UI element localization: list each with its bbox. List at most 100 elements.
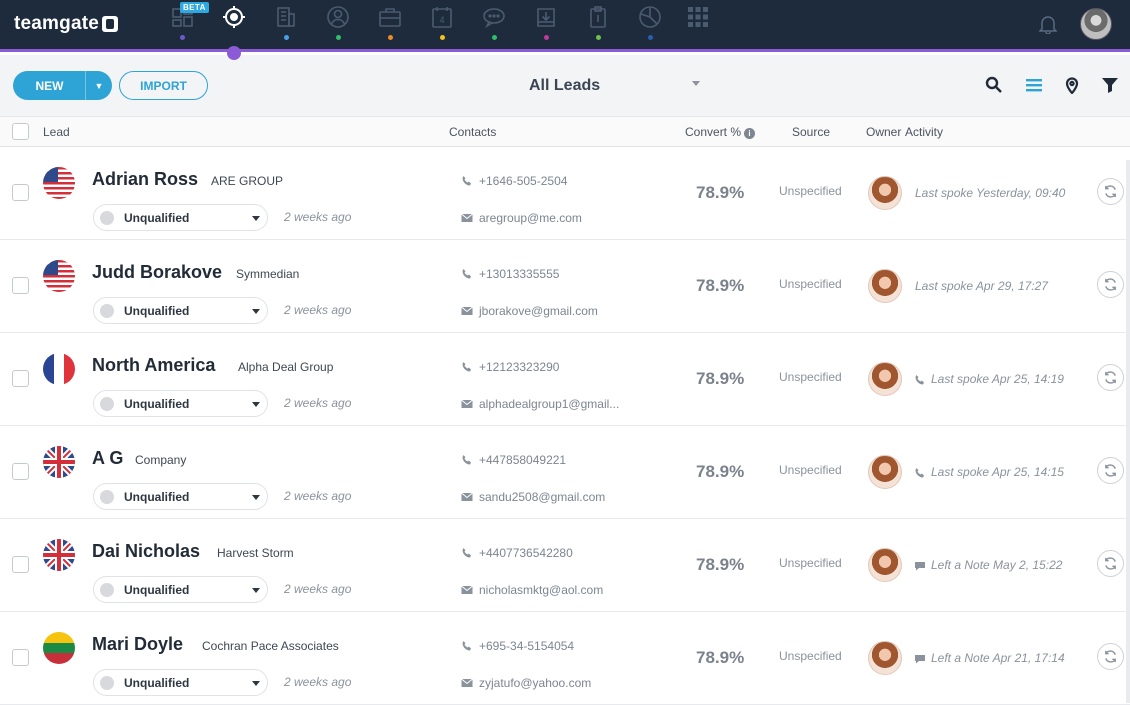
phone-icon (461, 175, 473, 187)
view-selector-caret-icon[interactable] (692, 81, 700, 86)
status-dropdown[interactable]: Unqualified (93, 204, 268, 231)
lead-email[interactable]: zyjatufo@yahoo.com (479, 676, 591, 690)
active-nav-indicator (227, 46, 241, 60)
list-view-icon[interactable] (1025, 76, 1043, 94)
new-button-label[interactable]: NEW (13, 79, 85, 93)
owner-avatar[interactable] (868, 269, 902, 303)
lead-name[interactable]: Dai Nicholas (92, 541, 200, 562)
created-ago: 2 weeks ago (284, 675, 352, 689)
row-checkbox[interactable] (12, 184, 29, 201)
last-activity: Last spoke Apr 29, 17:27 (915, 279, 1048, 293)
table-row[interactable]: A G Company Unqualified 2 weeks ago +4478580… (0, 426, 1130, 519)
lead-phone[interactable]: +447858049221 (479, 453, 566, 467)
notifications-bell-icon[interactable] (1038, 14, 1058, 35)
lead-email[interactable]: sandu2508@gmail.com (479, 490, 605, 504)
lead-phone[interactable]: +695-34-5154054 (479, 639, 574, 653)
last-activity: Left a Note Apr 21, 17:14 (931, 651, 1065, 665)
phone-icon (461, 454, 473, 466)
nav-dot-chat (492, 35, 497, 40)
lead-name[interactable]: A G (92, 448, 123, 469)
lead-company[interactable]: Symmedian (236, 267, 299, 281)
reports-pie-icon[interactable] (638, 5, 662, 29)
lead-name[interactable]: Adrian Ross (92, 169, 198, 190)
row-checkbox[interactable] (12, 370, 29, 387)
lead-phone[interactable]: +13013335555 (479, 267, 559, 281)
new-dropdown-caret-icon[interactable]: ▼ (85, 71, 112, 100)
table-row[interactable]: Adrian Ross ARE GROUP Unqualified 2 weeks a… (0, 147, 1130, 240)
status-dropdown[interactable]: Unqualified (93, 297, 268, 324)
select-all-checkbox[interactable] (12, 123, 29, 140)
lead-name[interactable]: North America (92, 355, 215, 376)
lead-email[interactable]: jborakove@gmail.com (479, 304, 598, 318)
chat-icon[interactable] (482, 5, 506, 29)
column-owner[interactable]: Owner (866, 125, 901, 139)
view-selector-title[interactable]: All Leads (529, 77, 600, 95)
map-pin-icon[interactable] (1063, 76, 1081, 94)
teamgate-logo[interactable]: teamgate (14, 13, 119, 35)
table-row[interactable]: Mari Doyle Cochran Pace Associates Unquali… (0, 612, 1130, 705)
lead-email[interactable]: aregroup@me.com (479, 211, 582, 225)
country-flag-icon (43, 446, 75, 478)
lead-phone[interactable]: +12123323290 (479, 360, 559, 374)
lead-name[interactable]: Mari Doyle (92, 634, 183, 655)
lead-name[interactable]: Judd Borakove (92, 262, 222, 283)
companies-building-icon[interactable] (274, 5, 298, 29)
calendar-icon[interactable]: 4 (430, 5, 454, 29)
column-lead[interactable]: Lead (43, 125, 70, 139)
column-activity[interactable]: Activity (905, 125, 943, 139)
apps-grid-icon[interactable] (686, 5, 710, 29)
table-row[interactable]: Dai Nicholas Harvest Storm Unqualified 2 we… (0, 519, 1130, 612)
row-checkbox[interactable] (12, 463, 29, 480)
beta-badge: BETA (180, 2, 209, 13)
lead-company[interactable]: Cochran Pace Associates (202, 639, 339, 653)
user-avatar[interactable] (1080, 8, 1112, 40)
row-checkbox[interactable] (12, 649, 29, 666)
status-dropdown[interactable]: Unqualified (93, 669, 268, 696)
owner-avatar[interactable] (868, 455, 902, 489)
search-icon[interactable] (985, 76, 1003, 94)
clipboard-icon[interactable] (586, 5, 610, 29)
sync-refresh-icon[interactable] (1097, 271, 1124, 298)
people-icon[interactable] (326, 5, 350, 29)
nav-dot-clipboard (596, 35, 601, 40)
nav-dot-inbox (544, 35, 549, 40)
lead-email[interactable]: nicholasmktg@aol.com (479, 583, 603, 597)
nav-dot-calendar (440, 35, 445, 40)
status-dropdown[interactable]: Unqualified (93, 576, 268, 603)
sync-refresh-icon[interactable] (1097, 364, 1124, 391)
lead-company[interactable]: Company (135, 453, 186, 467)
column-source[interactable]: Source (792, 125, 830, 139)
import-button[interactable]: IMPORT (119, 71, 208, 100)
info-icon[interactable]: i (744, 128, 756, 139)
deals-briefcase-icon[interactable] (378, 5, 402, 29)
table-row[interactable]: Judd Borakove Symmedian Unqualified 2 weeks… (0, 240, 1130, 333)
owner-avatar[interactable] (868, 641, 902, 675)
status-dropdown[interactable]: Unqualified (93, 390, 268, 417)
lead-company[interactable]: Alpha Deal Group (238, 360, 333, 374)
status-label: Unqualified (124, 304, 190, 318)
leads-target-icon[interactable] (222, 5, 246, 29)
sync-refresh-icon[interactable] (1097, 550, 1124, 577)
lead-company[interactable]: Harvest Storm (217, 546, 294, 560)
owner-avatar[interactable] (868, 176, 902, 210)
status-dropdown[interactable]: Unqualified (93, 483, 268, 510)
lead-phone[interactable]: +1646-505-2504 (479, 174, 567, 188)
sync-refresh-icon[interactable] (1097, 643, 1124, 670)
owner-avatar[interactable] (868, 362, 902, 396)
inbox-icon[interactable] (534, 5, 558, 29)
vertical-scrollbar[interactable] (1126, 160, 1130, 703)
table-row[interactable]: North America Alpha Deal Group Unqualified… (0, 333, 1130, 426)
filter-icon[interactable] (1101, 76, 1119, 94)
column-contacts[interactable]: Contacts (449, 125, 496, 139)
row-checkbox[interactable] (12, 277, 29, 294)
column-convert[interactable]: Convert % i (685, 125, 756, 139)
lead-email[interactable]: alphadealgroup1@gmail... (479, 397, 619, 411)
sync-refresh-icon[interactable] (1097, 178, 1124, 205)
new-button[interactable]: NEW ▼ (13, 71, 112, 100)
lead-company[interactable]: ARE GROUP (211, 174, 283, 188)
sync-refresh-icon[interactable] (1097, 457, 1124, 484)
lead-phone[interactable]: +4407736542280 (479, 546, 573, 560)
activity-phone-icon (914, 467, 926, 479)
owner-avatar[interactable] (868, 548, 902, 582)
row-checkbox[interactable] (12, 556, 29, 573)
